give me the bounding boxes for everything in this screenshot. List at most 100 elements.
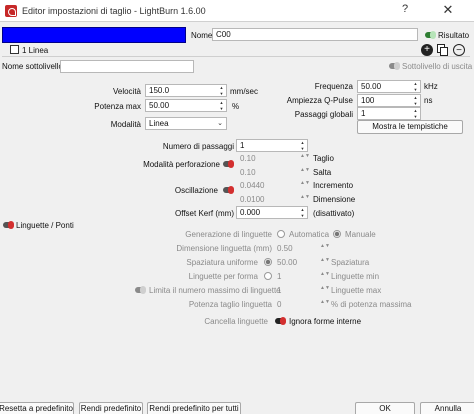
speed-unit: mm/sec [230, 87, 258, 96]
qpulse-spinbox[interactable]: 100 ▲ ▼ [357, 94, 421, 107]
num-passes-value: 1 [240, 141, 245, 150]
tab-power-unit: % di potenza massima [331, 300, 412, 309]
kerf-value: 0.000 [240, 208, 261, 217]
ok-button[interactable]: OK [355, 402, 415, 414]
show-timings-button[interactable]: Mostra le tempistiche [357, 120, 463, 134]
mode-value: Linea [149, 119, 169, 128]
spin-arrows-icon: ▲▼ [320, 299, 330, 305]
spin-arrows-icon[interactable]: ▲ ▼ [299, 140, 306, 151]
tabs-toggle[interactable] [3, 221, 14, 229]
manual-label: Manuale [345, 230, 376, 239]
minus-circle-icon[interactable]: − [453, 44, 465, 56]
auto-label: Automatica [289, 230, 330, 239]
lightburn-logo-icon [5, 5, 17, 17]
kerf-note: (disattivato) [313, 209, 355, 218]
tabs-per-shape-radio[interactable] [264, 272, 272, 280]
spacing-value: 50.00 [277, 258, 298, 267]
spin-arrows-icon: ▲▼ [300, 167, 310, 173]
sublayer-name-label: Nome sottolivello [2, 62, 63, 71]
num-passes-label: Numero di passaggi [162, 142, 234, 151]
spin-arrows-icon: ▲▼ [320, 285, 330, 291]
tab-power-label: Potenza taglio linguetta [188, 300, 272, 309]
spacing-label: Spaziatura [331, 258, 370, 267]
tabs-per-shape-value: 1 [277, 272, 282, 281]
dimension-label: Dimensione [313, 195, 356, 204]
wobble-label: Oscillazione [174, 186, 218, 195]
plus-circle-icon[interactable]: + [421, 44, 433, 56]
cancel-button[interactable]: Annulla [420, 402, 474, 414]
copy-icon[interactable] [437, 44, 448, 56]
increment-value: 0.0440 [240, 181, 265, 190]
cut-value: 0.10 [240, 154, 256, 163]
spin-arrows-icon[interactable]: ▲ ▼ [412, 81, 419, 92]
kerf-label: Offset Kerf (mm) [175, 209, 234, 218]
close-icon[interactable]: ✕ [437, 2, 459, 20]
global-passes-label: Passaggi globali [294, 110, 353, 119]
num-passes-spinbox[interactable]: 1 ▲ ▼ [236, 139, 308, 152]
name-label: Nome [191, 31, 213, 40]
tabs-min-label: Linguette min [331, 272, 380, 281]
spin-arrows-icon[interactable]: ▲ ▼ [299, 207, 306, 218]
speed-label: Velocità [112, 87, 141, 96]
tabs-section-label: Linguette / Ponti [16, 221, 74, 230]
limit-tabs-toggle[interactable] [135, 286, 146, 294]
tabs-per-shape-label: Linguette per forma [188, 272, 258, 281]
spin-arrows-icon[interactable]: ▲ ▼ [412, 95, 419, 106]
sublayer-output-label: Sottolivello di uscita [402, 62, 473, 71]
uniform-spacing-label: Spaziatura uniforme [186, 258, 258, 267]
spin-arrows-icon: ▲▼ [300, 194, 310, 200]
layer-color-swatch[interactable] [2, 27, 186, 43]
tab-generation-label: Generazione di linguette [185, 230, 272, 239]
tab-size-label: Dimensione linguetta (mm) [176, 244, 272, 253]
ignore-inner-toggle[interactable] [275, 317, 286, 325]
mode-label: Modalità [110, 120, 141, 129]
make-default-all-button[interactable]: Rendi predefinito per tutti [147, 402, 241, 414]
speed-value: 150.0 [149, 86, 170, 95]
linea-label: 1 Linea [22, 46, 49, 55]
limit-tabs-label: Limita il numero massimo di linguette [149, 286, 281, 295]
skip-label: Salta [313, 168, 332, 177]
power-spinbox[interactable]: 50.00 ▲ ▼ [145, 99, 227, 112]
tab-size-value: 0.50 [277, 244, 293, 253]
spin-arrows-icon: ▲▼ [320, 243, 330, 249]
spin-arrows-icon[interactable]: ▲ ▼ [218, 85, 225, 96]
spin-arrows-icon: ▲▼ [320, 257, 330, 263]
power-label: Potenza max [94, 102, 141, 111]
global-passes-spinbox[interactable]: 1 ▲ ▼ [357, 107, 421, 120]
uniform-spacing-radio[interactable] [264, 258, 272, 266]
frequency-label: Frequenza [314, 82, 353, 91]
auto-radio[interactable] [277, 230, 285, 238]
global-passes-value: 1 [361, 109, 366, 118]
limit-tabs-value: 1 [277, 286, 282, 295]
perforation-toggle[interactable] [223, 160, 234, 168]
window-title: Editor impostazioni di taglio - LightBur… [22, 6, 206, 16]
make-default-button[interactable]: Rendi predefinito [79, 402, 143, 414]
risultato-label: Risultato [438, 31, 470, 40]
spin-arrows-icon[interactable]: ▲ ▼ [218, 100, 225, 111]
sublayer-name-input[interactable] [60, 60, 194, 73]
qpulse-value: 100 [361, 96, 375, 105]
mode-select[interactable]: Linea ⌄ [145, 117, 227, 130]
ignore-inner-label: Ignora forme interne [289, 317, 362, 326]
cancel-tabs-label: Cancella linguette [204, 317, 268, 326]
power-value: 50.00 [149, 101, 170, 110]
tab-power-value: 0 [277, 300, 282, 309]
manual-radio[interactable] [333, 230, 341, 238]
frequency-spinbox[interactable]: 50.00 ▲ ▼ [357, 80, 421, 93]
spin-arrows-icon: ▲▼ [300, 180, 310, 186]
wobble-toggle[interactable] [223, 186, 234, 194]
linea-checkbox[interactable] [10, 45, 19, 54]
name-input[interactable]: C00 [212, 28, 418, 41]
kerf-spinbox[interactable]: 0.000 ▲ ▼ [236, 206, 308, 219]
spin-arrows-icon[interactable]: ▲ ▼ [412, 108, 419, 119]
header-separator [2, 56, 470, 57]
speed-spinbox[interactable]: 150.0 ▲ ▼ [145, 84, 227, 97]
spin-arrows-icon: ▲▼ [320, 271, 330, 277]
qpulse-unit: ns [424, 96, 433, 105]
frequency-unit: kHz [424, 82, 438, 91]
help-icon[interactable]: ? [396, 3, 414, 19]
output-toggle[interactable] [425, 31, 436, 39]
reset-default-button[interactable]: Resetta a predefinito [0, 402, 74, 414]
sublayer-output-toggle[interactable] [389, 62, 400, 70]
increment-label: Incremento [313, 181, 354, 190]
